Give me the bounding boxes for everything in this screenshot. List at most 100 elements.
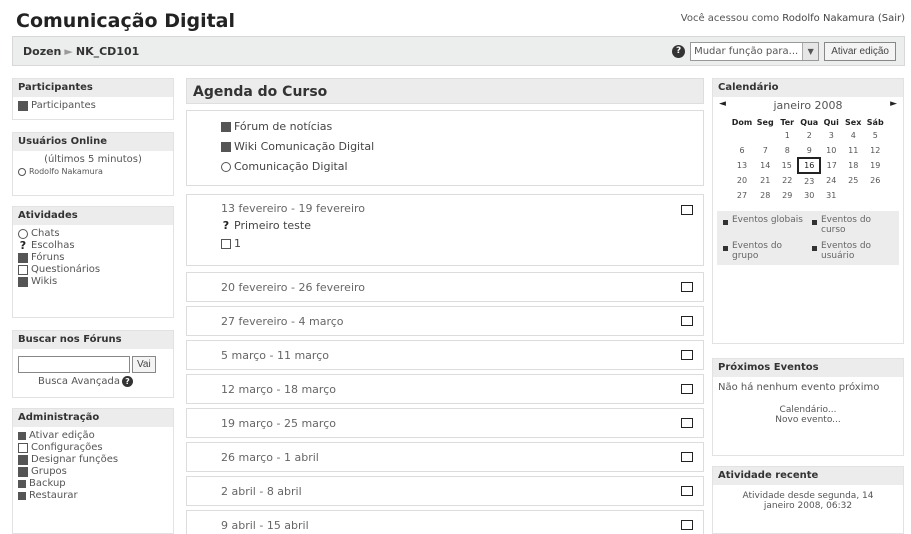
advanced-search-link[interactable]: Busca Avançada ? <box>38 376 168 387</box>
calendar-next-link[interactable]: ► <box>890 99 897 112</box>
course-agenda-title: Agenda do Curso <box>186 78 704 104</box>
admin-assign-roles[interactable]: Designar funções <box>18 454 168 466</box>
calendar-day[interactable]: 5 <box>864 128 886 143</box>
admin-groups[interactable]: Grupos <box>18 466 168 478</box>
calendar-day[interactable]: 22 <box>776 173 798 188</box>
calendar-month[interactable]: janeiro 2008 <box>773 99 842 112</box>
calendar-day[interactable]: 10 <box>820 143 842 158</box>
new-event-link[interactable]: Novo evento... <box>718 415 898 425</box>
calendar-day[interactable]: 21 <box>754 173 776 188</box>
calendar-day[interactable]: 30 <box>798 188 820 203</box>
calendar-empty-day <box>864 188 886 203</box>
admin-restore-label: Restaurar <box>29 490 78 501</box>
help-icon[interactable]: ? <box>121 376 133 387</box>
calendar-day[interactable]: 4 <box>842 128 864 143</box>
breadcrumb-course[interactable]: NK_CD101 <box>76 45 139 58</box>
legend-course-events[interactable]: Eventos do curso <box>810 215 895 235</box>
chevron-down-icon[interactable]: ▼ <box>802 43 819 60</box>
activity-quizzes[interactable]: Questionários <box>18 264 168 276</box>
online-user-item[interactable]: Rodolfo Nakamura <box>18 166 168 178</box>
week-toggle-checkbox[interactable] <box>681 316 693 326</box>
week-date: 19 março - 25 março <box>221 417 336 430</box>
week-date: 26 março - 1 abril <box>221 451 319 464</box>
calendar-day[interactable]: 26 <box>864 173 886 188</box>
chat-link[interactable]: Comunicação Digital <box>221 157 374 177</box>
calendar-day[interactable]: 20 <box>730 173 754 188</box>
assignment-link[interactable]: 1 <box>221 235 365 253</box>
calendar-day[interactable]: 12 <box>864 143 886 158</box>
calendar-link[interactable]: Calendário... <box>718 405 898 415</box>
activity-forums-label: Fóruns <box>31 252 65 263</box>
calendar-day[interactable]: 9 <box>798 143 820 158</box>
calendar-day[interactable]: 14 <box>754 158 776 173</box>
week-toggle-checkbox[interactable] <box>681 486 693 496</box>
legend-marker <box>723 246 728 251</box>
calendar-day[interactable]: 1 <box>776 128 798 143</box>
calendar-day[interactable]: 6 <box>730 143 754 158</box>
edit-icon <box>18 432 26 440</box>
calendar-day[interactable]: 19 <box>864 158 886 173</box>
calendar-prev-link[interactable]: ◄ <box>719 99 726 112</box>
activity-choices[interactable]: ? Escolhas <box>18 240 168 252</box>
calendar-day[interactable]: 16 <box>797 157 822 174</box>
calendar-day[interactable]: 7 <box>754 143 776 158</box>
week-toggle-checkbox[interactable] <box>681 520 693 530</box>
calendar-day[interactable]: 8 <box>776 143 798 158</box>
week-toggle-checkbox[interactable] <box>681 384 693 394</box>
search-go-button[interactable]: Vai <box>132 356 156 373</box>
calendar-day[interactable]: 27 <box>730 188 754 203</box>
week-toggle-checkbox[interactable] <box>681 452 693 462</box>
role-select[interactable]: Mudar função para... ▼ <box>690 42 820 61</box>
calendar-day[interactable]: 31 <box>820 188 842 203</box>
week-toggle-checkbox[interactable] <box>681 418 693 428</box>
calendar-day[interactable]: 28 <box>754 188 776 203</box>
calendar-day[interactable]: 2 <box>798 128 820 143</box>
activities-block: Atividades Chats ? Escolhas Fóruns Questi… <box>12 206 174 318</box>
toggle-edit-button[interactable]: Ativar edição <box>824 42 896 61</box>
legend-global-events[interactable]: Eventos globais <box>721 215 806 235</box>
legend-user-events[interactable]: Eventos do usuário <box>810 241 895 261</box>
week-section: 27 fevereiro - 4 março <box>186 306 704 336</box>
activity-forums[interactable]: Fóruns <box>18 252 168 264</box>
activity-wikis-label: Wikis <box>31 276 58 287</box>
breadcrumb-separator: ► <box>64 45 73 58</box>
assignment-icon <box>221 239 231 249</box>
calendar-week-row: 6 7 8 9 10 11 12 <box>730 143 886 158</box>
week-toggle-checkbox[interactable] <box>681 205 693 215</box>
admin-restore[interactable]: Restaurar <box>18 490 168 502</box>
calendar-day[interactable]: 18 <box>842 158 864 173</box>
wiki-link[interactable]: Wiki Comunicação Digital <box>221 137 374 157</box>
logout-link[interactable]: (Sair) <box>878 13 905 24</box>
calendar-day[interactable]: 13 <box>730 158 754 173</box>
week-toggle-checkbox[interactable] <box>681 350 693 360</box>
calendar-week-row: 13 14 15 16 17 18 19 <box>730 157 886 174</box>
chat-label: Comunicação Digital <box>234 160 348 173</box>
user-name-link[interactable]: Rodolfo Nakamura <box>782 13 874 24</box>
admin-backup[interactable]: Backup <box>18 478 168 490</box>
calendar-day[interactable]: 15 <box>776 158 798 173</box>
news-forum-link[interactable]: Fórum de notícias <box>221 117 374 137</box>
recent-activity-text: Atividade desde segunda, 14 janeiro 2008… <box>742 491 874 511</box>
calendar-week-row: 12345 <box>730 128 886 143</box>
activity-wikis[interactable]: Wikis <box>18 276 168 288</box>
activity-chats[interactable]: Chats <box>18 228 168 240</box>
calendar-day[interactable]: 25 <box>842 173 864 188</box>
legend-group-events[interactable]: Eventos do grupo <box>721 241 806 261</box>
breadcrumb-home[interactable]: Dozen <box>23 45 61 58</box>
calendar-day[interactable]: 29 <box>776 188 798 203</box>
admin-toggle-edit[interactable]: Ativar edição <box>18 430 168 442</box>
admin-settings[interactable]: Configurações <box>18 442 168 454</box>
forum-search-input[interactable] <box>18 356 130 373</box>
week-toggle-checkbox[interactable] <box>681 282 693 292</box>
participants-link[interactable]: Participantes <box>18 100 168 112</box>
calendar-day[interactable]: 24 <box>820 173 842 188</box>
help-icon[interactable]: ? <box>672 45 686 58</box>
calendar-day[interactable]: 17 <box>820 158 842 173</box>
legend-user-events-label: Eventos do usuário <box>821 241 872 261</box>
calendar-day[interactable]: 11 <box>842 143 864 158</box>
calendar-day[interactable]: 3 <box>820 128 842 143</box>
news-forum-label: Fórum de notícias <box>234 120 333 133</box>
calendar-day[interactable]: 23 <box>798 173 820 188</box>
quiz-link[interactable]: ? Primeiro teste <box>221 217 365 235</box>
breadcrumb: Dozen ► NK_CD101 <box>23 45 139 58</box>
